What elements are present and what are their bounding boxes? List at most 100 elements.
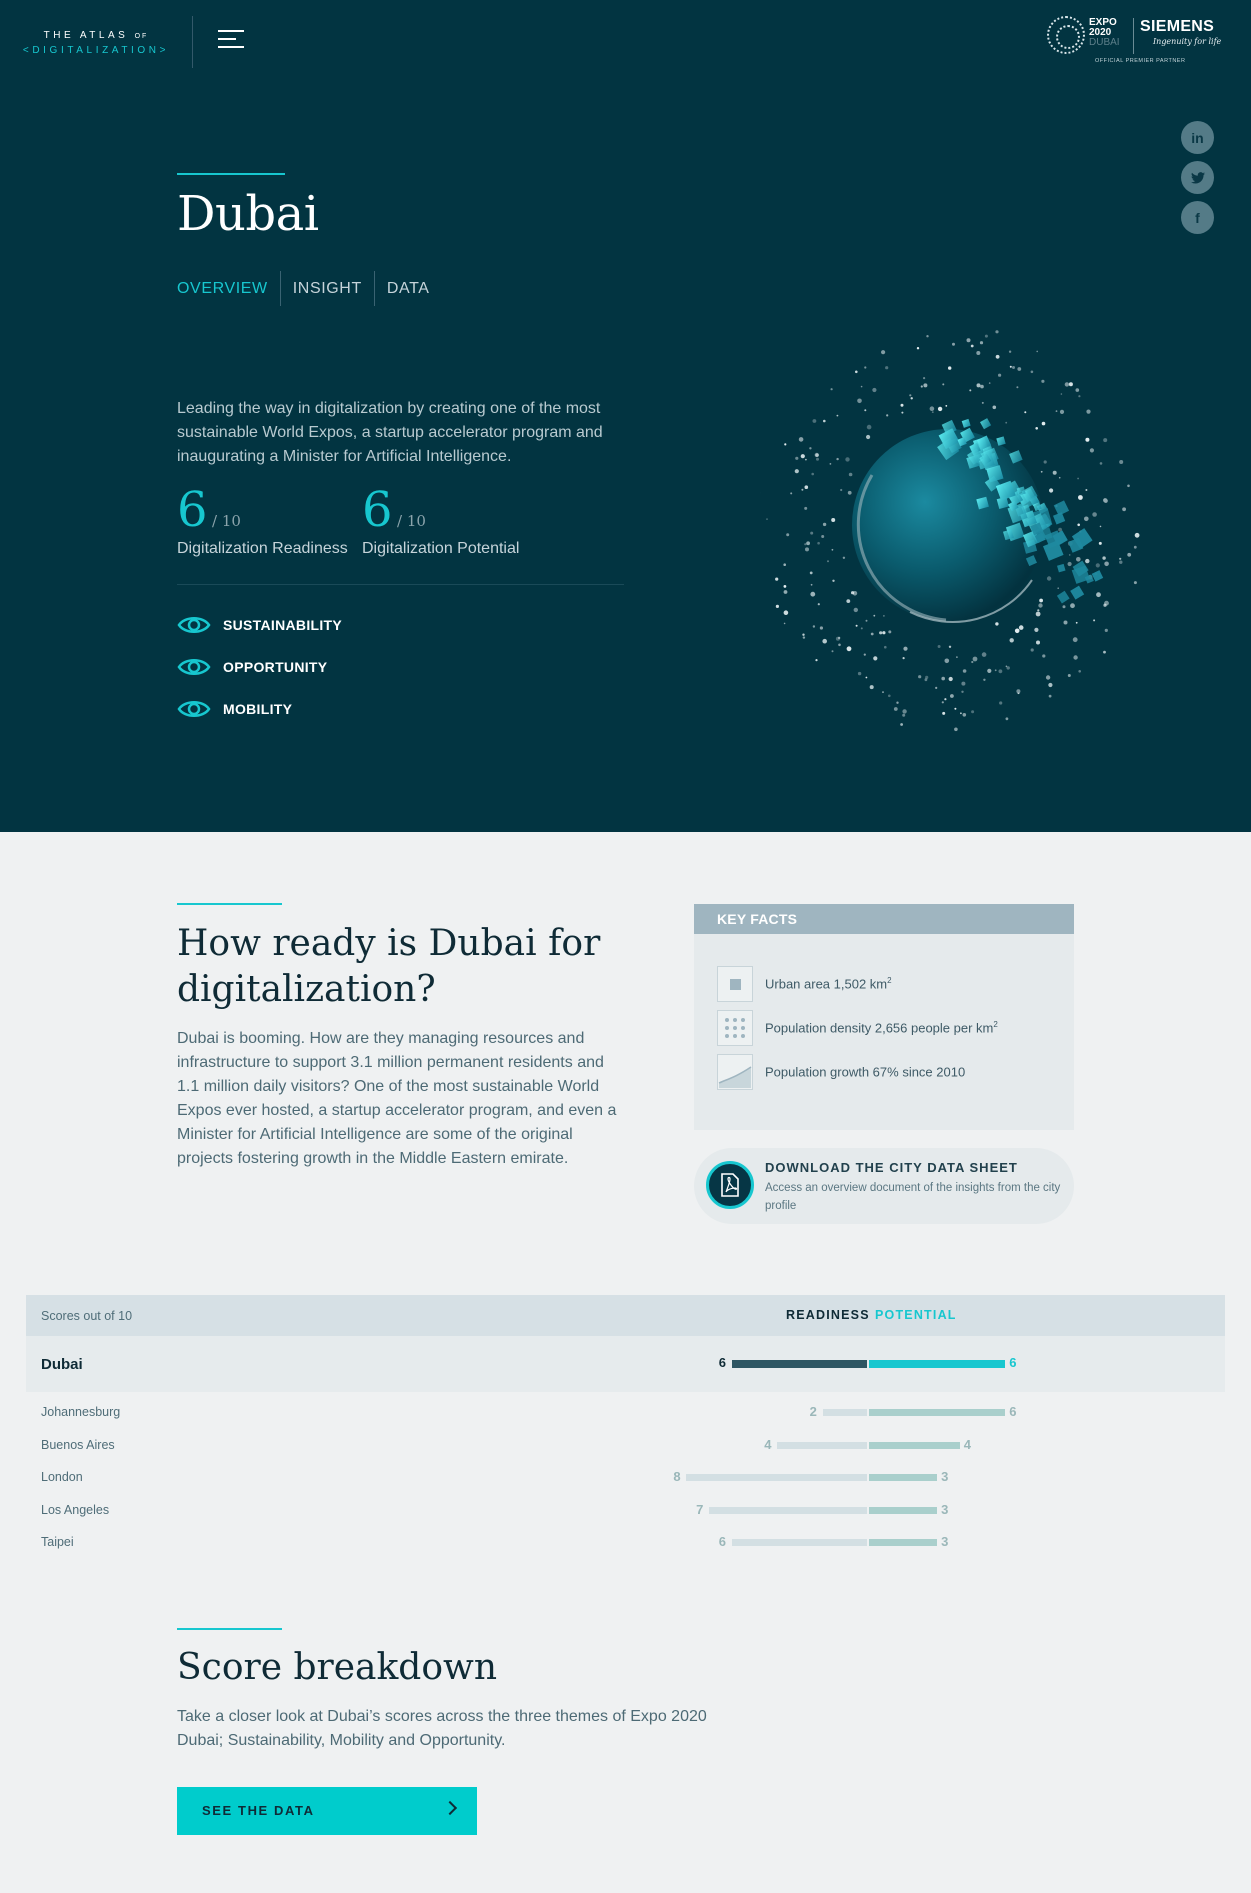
potential-value: 3: [941, 1501, 949, 1517]
potential-bar: [869, 1539, 938, 1546]
particle: [995, 330, 999, 334]
particle: [954, 707, 957, 710]
siemens-tagline: Ingenuity for life: [1153, 37, 1222, 46]
particle: [1089, 448, 1094, 453]
twitter-icon[interactable]: [1181, 161, 1214, 194]
atlas-logo[interactable]: THE ATLAS OF <DIGITALIZATION>: [15, 30, 177, 56]
particle: [960, 712, 962, 715]
particle: [1064, 382, 1070, 387]
particle: [802, 633, 805, 636]
particle: [783, 590, 788, 594]
potential-legend[interactable]: POTENTIAL: [875, 1308, 957, 1322]
readiness-bar: [709, 1506, 867, 1514]
readiness-bar: [731, 1360, 867, 1368]
scores-caption: Scores out of 10: [41, 1309, 133, 1323]
theme-mobility[interactable]: MOBILITY: [177, 698, 292, 720]
breakdown-accent-line: [177, 1628, 282, 1630]
menu-icon[interactable]: [218, 30, 244, 52]
main-city-name: Dubai: [41, 1356, 83, 1373]
breakdown-body: Take a closer look at Dubai’s scores acr…: [177, 1708, 707, 1749]
sponsor-note: OFFICIAL PREMIER PARTNER: [1095, 58, 1186, 64]
particle: [995, 622, 999, 626]
tab-data[interactable]: DATA: [373, 271, 442, 306]
scores-list: Johannesburg 2 6 Buenos Aires 4 4 London 8 3 Los …: [26, 1392, 1225, 1559]
particle: [830, 388, 833, 391]
particle: [835, 636, 840, 641]
potential-value: 6: [362, 482, 393, 538]
theme-label: MOBILITY: [223, 701, 293, 717]
tab-insight[interactable]: INSIGHT: [279, 271, 374, 306]
particle: [1008, 350, 1012, 353]
data-cube: [1070, 585, 1085, 600]
particle: [1092, 512, 1097, 517]
download-data-sheet-button[interactable]: DOWNLOAD THE CITY DATA SHEET Access an o…: [694, 1148, 1074, 1224]
scores-row: Buenos Aires 4 4: [26, 1429, 1225, 1462]
particle: [836, 414, 839, 417]
particle: [869, 685, 874, 690]
key-fact-population-density: Population density 2,656 people per km2: [717, 1010, 998, 1046]
theme-label: SUSTAINABILITY: [223, 617, 343, 633]
city-name[interactable]: Los Angeles: [41, 1503, 109, 1517]
city-name[interactable]: Taipei: [41, 1535, 74, 1549]
particle: [805, 458, 807, 461]
particle: [798, 437, 804, 442]
particle: [942, 383, 945, 386]
particle: [832, 579, 835, 582]
particle: [812, 625, 816, 628]
download-subtitle: Access an overview document of the insig…: [765, 1182, 1061, 1212]
city-name[interactable]: Johannesburg: [41, 1405, 120, 1419]
particle: [816, 457, 819, 461]
particle: [1037, 609, 1040, 612]
particle: [1060, 393, 1063, 395]
particle: [1041, 421, 1046, 426]
particle: [1078, 495, 1083, 500]
particle: [864, 409, 867, 412]
data-cube: [1056, 590, 1070, 604]
see-the-data-button[interactable]: SEE THE DATA: [177, 1787, 477, 1835]
header-divider: [192, 16, 193, 68]
siemens-wordmark: SIEMENS: [1140, 18, 1215, 35]
page-title: Dubai: [177, 186, 319, 242]
particle: [804, 543, 807, 546]
theme-opportunity[interactable]: OPPORTUNITY: [177, 656, 327, 678]
particle: [846, 599, 851, 603]
data-cube: [980, 418, 992, 430]
particle: [944, 698, 947, 701]
facebook-icon[interactable]: f: [1181, 201, 1214, 234]
particle: [941, 701, 944, 704]
particle: [910, 397, 913, 400]
particle: [811, 472, 814, 476]
particle: [802, 636, 806, 639]
particle: [855, 624, 858, 627]
particle: [988, 382, 991, 384]
linkedin-icon[interactable]: in: [1181, 121, 1214, 154]
particle: [1049, 488, 1054, 493]
particle: [1063, 620, 1068, 625]
potential-bar: [869, 1409, 1006, 1416]
sponsor-lockup[interactable]: EXPO 2020 DUBAI SIEMENS Ingenuity for li…: [1047, 14, 1237, 70]
city-name[interactable]: London: [41, 1470, 83, 1484]
particle: [1042, 654, 1046, 658]
tab-overview[interactable]: OVERVIEW: [177, 271, 280, 306]
particle: [983, 678, 986, 681]
readiness-legend[interactable]: READINESS: [786, 1308, 870, 1322]
particle: [1018, 625, 1024, 630]
readiness-value: 6: [718, 1534, 727, 1549]
particle: [870, 632, 874, 636]
particle: [857, 671, 862, 676]
particle: [784, 443, 787, 446]
scores-row-main: Dubai 6 6: [26, 1336, 1225, 1392]
city-name[interactable]: Buenos Aires: [41, 1438, 115, 1452]
particle: [1077, 523, 1080, 527]
potential-label: Digitalization Potential: [362, 540, 520, 557]
particle: [1119, 557, 1122, 560]
particle: [1103, 498, 1108, 503]
readiness-label: Digitalization Readiness: [177, 540, 348, 557]
particle: [865, 619, 868, 622]
particle: [1098, 541, 1102, 545]
particle: [783, 622, 786, 625]
particle: [815, 453, 819, 457]
theme-sustainability[interactable]: SUSTAINABILITY: [177, 614, 342, 636]
particle: [1119, 460, 1124, 464]
particle: [998, 373, 1002, 377]
